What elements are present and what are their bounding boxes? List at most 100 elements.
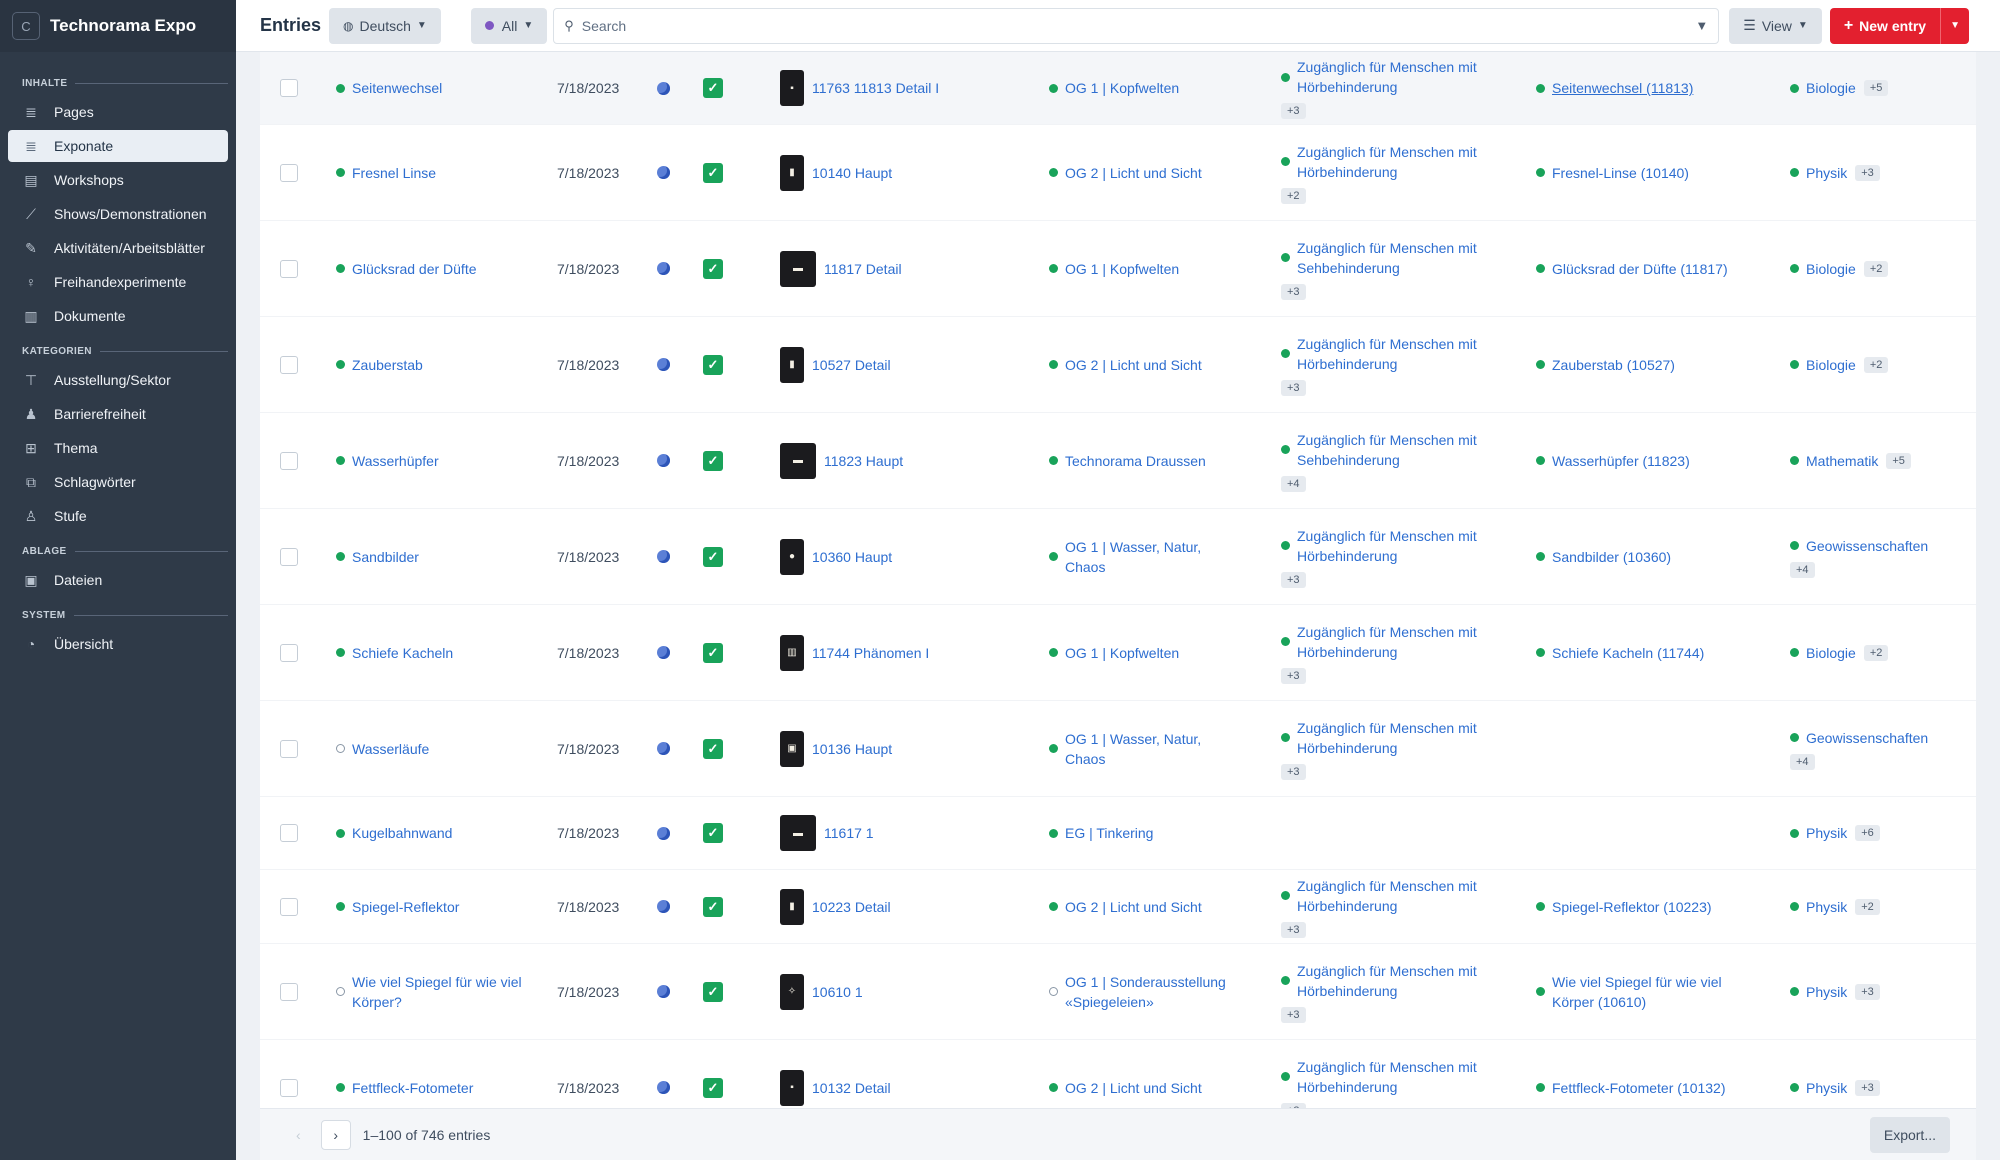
more-badge[interactable]: +3 — [1281, 283, 1306, 300]
new-entry-dropdown-button[interactable]: ▼ — [1940, 7, 1969, 44]
status-filter-select[interactable]: All ▼ — [470, 7, 548, 44]
location-link[interactable]: Technorama Draussen — [1065, 451, 1206, 471]
more-badge[interactable]: +4 — [1790, 561, 1815, 578]
sidebar-item-aktivitäten-arbeitsblätter[interactable]: ✎ Aktivitäten/Arbeitsblätter — [8, 232, 228, 264]
topic-link[interactable]: Physik — [1806, 163, 1847, 183]
row-checkbox[interactable] — [280, 79, 298, 97]
more-badge[interactable]: +2 — [1863, 356, 1889, 373]
location-link[interactable]: EG | Tinkering — [1065, 823, 1153, 843]
topic-link[interactable]: Biologie — [1806, 355, 1856, 375]
topic-link[interactable]: Biologie — [1806, 259, 1856, 279]
entry-title-link[interactable]: Sandbilder — [352, 547, 419, 567]
sidebar-item-übersicht[interactable]: ◔ Übersicht — [8, 628, 228, 660]
media-label[interactable]: 10223 Detail — [812, 897, 891, 917]
location-link[interactable]: OG 1 | Kopfwelten — [1065, 643, 1179, 663]
view-button[interactable]: ☰ View ▼ — [1729, 7, 1822, 44]
table-row[interactable]: Sandbilder 7/18/2023 ✓ ● 10360 Haupt OG 1 | W… — [260, 509, 1976, 605]
accessibility-link[interactable]: Zugänglich für Menschen mit Hörbehinderu… — [1297, 961, 1501, 1001]
more-badge[interactable]: +3 — [1281, 1006, 1306, 1023]
media-label[interactable]: 11817 Detail — [824, 259, 902, 279]
more-badge[interactable]: +4 — [1281, 475, 1306, 492]
location-link[interactable]: OG 2 | Licht und Sicht — [1065, 1078, 1202, 1098]
table-row[interactable]: Zauberstab 7/18/2023 ✓ ▮ 10527 Detail OG 2 | … — [260, 317, 1976, 413]
row-checkbox[interactable] — [280, 259, 298, 278]
row-checkbox[interactable] — [280, 163, 298, 182]
media-label[interactable]: 11763 11813 Detail I — [812, 78, 939, 98]
media-label[interactable]: 10140 Haupt — [812, 163, 892, 183]
more-badge[interactable]: +3 — [1855, 983, 1880, 1000]
search-input[interactable]: ⚲ Search ▼ — [553, 7, 1720, 44]
accessibility-link[interactable]: Zugänglich für Menschen mit Hörbehinderu… — [1297, 526, 1501, 566]
location-link[interactable]: OG 1 | Wasser, Natur, Chaos — [1065, 537, 1229, 577]
sidebar-item-ausstellung-sektor[interactable]: ⊤ Ausstellung/Sektor — [8, 364, 228, 396]
accessibility-link[interactable]: Zugänglich für Menschen mit Hörbehinderu… — [1297, 718, 1501, 758]
row-checkbox[interactable] — [280, 355, 298, 374]
more-badge[interactable]: +2 — [1863, 644, 1889, 661]
accessibility-link[interactable]: Zugänglich für Menschen mit Sehbehinderu… — [1297, 430, 1501, 470]
related-entry-link[interactable]: Fettfleck-Fotometer (10132) — [1552, 1078, 1726, 1098]
media-label[interactable]: 10136 Haupt — [812, 739, 892, 759]
more-badge[interactable]: +3 — [1281, 571, 1306, 588]
sidebar-item-stufe[interactable]: ♙ Stufe — [8, 500, 228, 532]
entry-title-link[interactable]: Kugelbahnwand — [352, 823, 452, 843]
entry-title-link[interactable]: Wasserhüpfer — [352, 451, 439, 471]
location-link[interactable]: OG 1 | Kopfwelten — [1065, 259, 1179, 279]
topic-link[interactable]: Physik — [1806, 982, 1847, 1002]
table-row[interactable]: Wasserläufe 7/18/2023 ✓ ▣ 10136 Haupt OG 1 | … — [260, 701, 1976, 797]
related-entry-link[interactable]: Glücksrad der Düfte (11817) — [1552, 259, 1728, 279]
media-label[interactable]: 10610 1 — [812, 982, 863, 1002]
topic-link[interactable]: Geowissenschaften — [1806, 728, 1928, 748]
accessibility-link[interactable]: Zugänglich für Menschen mit Hörbehinderu… — [1297, 1057, 1501, 1097]
sidebar-item-thema[interactable]: ⊞ Thema — [8, 432, 228, 464]
related-entry-link[interactable]: Seitenwechsel (11813) — [1552, 78, 1693, 98]
sidebar-item-schlagwörter[interactable]: ⧉ Schlagwörter — [8, 466, 228, 498]
related-entry-link[interactable]: Zauberstab (10527) — [1552, 355, 1675, 375]
accessibility-link[interactable]: Zugänglich für Menschen mit Sehbehinderu… — [1297, 238, 1501, 278]
sidebar-item-dateien[interactable]: ▣ Dateien — [8, 564, 228, 596]
more-badge[interactable]: +6 — [1855, 825, 1880, 841]
table-row[interactable]: Wie viel Spiegel für wie viel Körper? 7/1… — [260, 944, 1976, 1040]
entry-title-link[interactable]: Glücksrad der Düfte — [352, 259, 477, 279]
topic-link[interactable]: Physik — [1806, 1078, 1847, 1098]
more-badge[interactable]: +3 — [1281, 921, 1306, 938]
media-label[interactable]: 10360 Haupt — [812, 547, 892, 567]
more-badge[interactable]: +2 — [1855, 898, 1880, 915]
topic-link[interactable]: Biologie — [1806, 78, 1856, 98]
row-checkbox[interactable] — [280, 1078, 298, 1097]
previous-page-icon[interactable]: ‹ — [296, 1127, 301, 1143]
table-row[interactable]: Fresnel Linse 7/18/2023 ✓ ▮ 10140 Haupt OG 2 … — [260, 125, 1976, 221]
more-badge[interactable]: +3 — [1855, 1079, 1880, 1096]
table-row[interactable]: Spiegel-Reflektor 7/18/2023 ✓ ▮ 10223 Detail… — [260, 870, 1976, 944]
topic-link[interactable]: Physik — [1806, 897, 1847, 917]
more-badge[interactable]: +4 — [1790, 753, 1815, 770]
table-row[interactable]: Fettfleck-Fotometer 7/18/2023 ✓ ▪ 10132 Deta… — [260, 1040, 1976, 1108]
related-entry-link[interactable]: Wie viel Spiegel für wie viel Körper (10… — [1552, 972, 1746, 1012]
accessibility-link[interactable]: Zugänglich für Menschen mit Hörbehinderu… — [1297, 622, 1501, 662]
topic-link[interactable]: Geowissenschaften — [1806, 536, 1928, 556]
filter-icon[interactable]: ▼ — [1695, 18, 1708, 33]
entry-title-link[interactable]: Zauberstab — [352, 355, 423, 375]
sidebar-item-barrierefreiheit[interactable]: ♟ Barrierefreiheit — [8, 398, 228, 430]
related-entry-link[interactable]: Sandbilder (10360) — [1552, 547, 1671, 567]
table-row[interactable]: Wasserhüpfer 7/18/2023 ✓ ▬ 11823 Haupt Techno… — [260, 413, 1976, 509]
media-label[interactable]: 11823 Haupt — [824, 451, 903, 471]
media-label[interactable]: 10132 Detail — [812, 1078, 891, 1098]
sidebar-item-shows-demonstrationen[interactable]: ⟋ Shows/Demonstrationen — [8, 198, 228, 230]
entry-title-link[interactable]: Fresnel Linse — [352, 163, 436, 183]
entry-title-link[interactable]: Wasserläufe — [352, 739, 429, 759]
location-link[interactable]: OG 2 | Licht und Sicht — [1065, 163, 1202, 183]
table-row[interactable]: Kugelbahnwand 7/18/2023 ✓ ▬ 11617 1 EG | Tink… — [260, 797, 1976, 870]
more-badge[interactable]: +3 — [1281, 667, 1306, 684]
media-label[interactable]: 11617 1 — [824, 823, 874, 843]
more-badge[interactable]: +2 — [1863, 260, 1889, 277]
row-checkbox[interactable] — [280, 739, 298, 758]
more-badge[interactable]: +3 — [1855, 164, 1880, 181]
media-label[interactable]: 10527 Detail — [812, 355, 891, 375]
brand[interactable]: C Technorama Expo — [0, 0, 236, 52]
related-entry-link[interactable]: Fresnel-Linse (10140) — [1552, 163, 1689, 183]
table-row[interactable]: Glücksrad der Düfte 7/18/2023 ✓ ▬ 11817 Deta… — [260, 221, 1976, 317]
next-page-button[interactable]: › — [320, 1119, 351, 1150]
more-badge[interactable]: +3 — [1281, 763, 1306, 780]
more-badge[interactable]: +3 — [1281, 103, 1306, 119]
row-checkbox[interactable] — [280, 643, 298, 662]
